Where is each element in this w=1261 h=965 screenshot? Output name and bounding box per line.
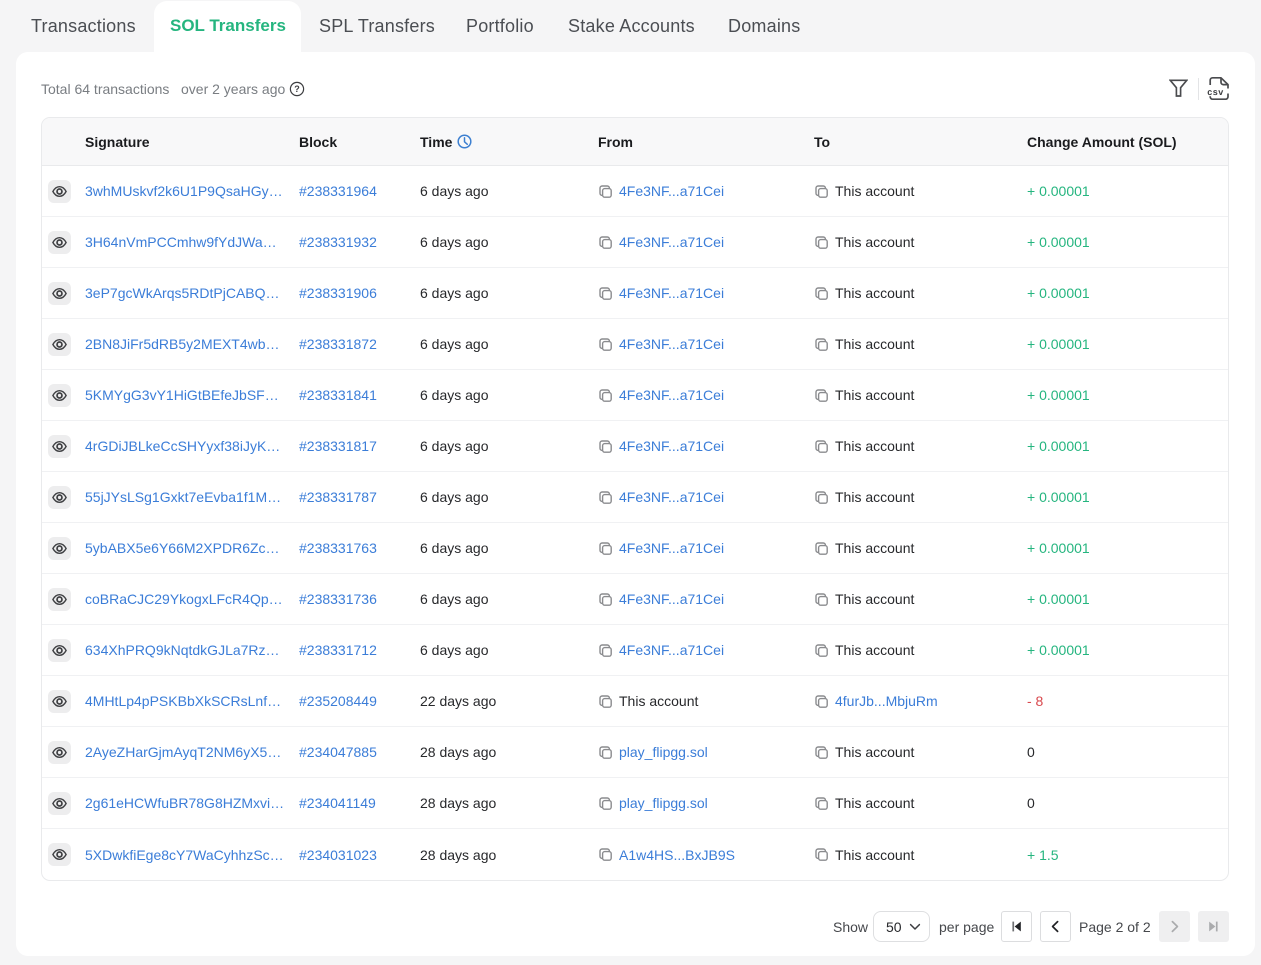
svg-text:?: ? [294,84,300,94]
svg-text:csv: csv [1207,87,1224,97]
